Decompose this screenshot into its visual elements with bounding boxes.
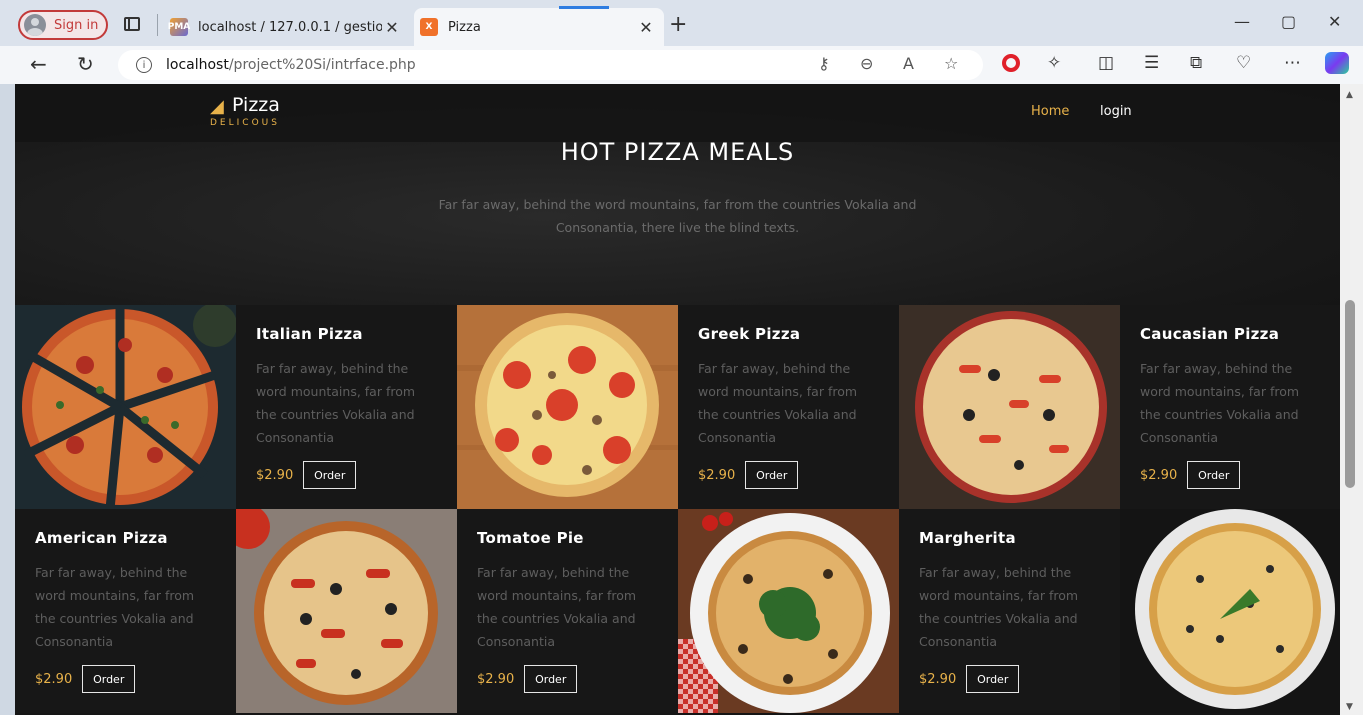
menu-item-margherita: Margherita Far far away, behind the word… — [899, 509, 1120, 713]
tab-separator — [157, 14, 158, 36]
menu-item-title: Tomatoe Pie — [477, 529, 584, 547]
collections-icon[interactable]: ⧉ — [1190, 53, 1202, 73]
menu-item-description: Far far away, behind the word mountains,… — [35, 565, 195, 649]
zoom-out-icon[interactable]: ⊖ — [860, 54, 873, 73]
menu-item-price: $2.90 — [698, 467, 736, 483]
menu-item-american-pizza: American Pizza Far far away, behind the … — [15, 509, 236, 713]
site-navbar: ◢ Pizza DELICOUS Home login — [15, 84, 1340, 142]
profile-avatar-icon — [24, 14, 46, 36]
favorite-star-icon[interactable]: ☆ — [944, 54, 958, 73]
back-arrow-icon[interactable]: ← — [30, 52, 47, 76]
new-tab-plus-icon[interactable]: + — [669, 12, 687, 37]
read-aloud-icon[interactable]: A — [903, 54, 914, 73]
italian-pizza-image — [15, 305, 236, 509]
menu-item-price: $2.90 — [477, 671, 515, 687]
order-button[interactable]: Order — [524, 665, 578, 693]
american-pizza-image — [236, 509, 457, 713]
order-button[interactable]: Order — [745, 461, 799, 489]
tab-title: localhost / 127.0.0.1 / gestion | p — [198, 19, 382, 35]
tab-pizza[interactable]: X Pizza ✕ — [414, 6, 664, 46]
address-bar[interactable]: i localhost/project%20Si/intrface.php — [118, 50, 983, 80]
sign-in-button[interactable]: Sign in — [18, 10, 108, 40]
xampp-favicon-icon: X — [420, 18, 438, 36]
order-button[interactable]: Order — [966, 665, 1020, 693]
active-tab-indicator — [559, 6, 609, 9]
menu-item-description: Far far away, behind the word mountains,… — [256, 361, 416, 445]
menu-item-description: Far far away, behind the word mountains,… — [698, 361, 858, 445]
menu-item-price: $2.90 — [256, 467, 294, 483]
webpage-viewport: ◢ Pizza DELICOUS Home login HOT PIZZA ME… — [15, 84, 1340, 715]
favorites-list-icon[interactable]: ☰ — [1144, 53, 1159, 73]
scroll-up-arrow-icon[interactable]: ▲ — [1346, 90, 1353, 100]
tab-actions-icon[interactable] — [124, 17, 140, 31]
split-screen-icon[interactable]: ◫ — [1098, 53, 1114, 73]
url-host: localhost — [166, 57, 229, 73]
url-path: /project%20Si/intrface.php — [228, 57, 416, 73]
window-close-icon[interactable]: ✕ — [1328, 12, 1341, 31]
menu-item-italian-pizza: Italian Pizza Far far away, behind the w… — [236, 305, 457, 509]
sign-in-label: Sign in — [54, 17, 99, 33]
hero-title: HOT PIZZA MEALS — [560, 138, 795, 166]
phpmyadmin-favicon-icon: PMA — [168, 18, 190, 36]
site-info-icon[interactable]: i — [136, 57, 152, 73]
nav-home-link[interactable]: Home — [1031, 104, 1069, 119]
order-button[interactable]: Order — [1187, 461, 1241, 489]
tomatoe-pie-image — [678, 509, 899, 713]
menu-item-title: American Pizza — [35, 529, 168, 547]
pizza-slice-icon: ◢ — [210, 96, 224, 117]
order-button[interactable]: Order — [303, 461, 357, 489]
scroll-down-arrow-icon[interactable]: ▼ — [1346, 702, 1353, 712]
tab-phpmyadmin[interactable]: PMA localhost / 127.0.0.1 / gestion | p … — [164, 8, 410, 46]
refresh-icon[interactable]: ↻ — [77, 52, 94, 76]
more-menu-icon[interactable]: ⋯ — [1284, 53, 1301, 73]
menu-item-title: Italian Pizza — [256, 325, 363, 343]
tab-title: Pizza — [448, 19, 481, 35]
menu-item-title: Margherita — [919, 529, 1016, 547]
greek-pizza-image — [457, 305, 678, 509]
caucasian-pizza-image — [899, 305, 1120, 509]
scrollbar-thumb[interactable] — [1345, 300, 1355, 488]
menu-item-title: Caucasian Pizza — [1140, 325, 1280, 343]
menu-item-description: Far far away, behind the word mountains,… — [1140, 361, 1300, 445]
opera-extension-icon[interactable] — [1002, 54, 1020, 72]
logo-name: Pizza — [232, 94, 280, 116]
close-icon[interactable]: ✕ — [382, 18, 402, 37]
nav-login-link[interactable]: login — [1100, 104, 1132, 119]
menu-item-greek-pizza: Greek Pizza Far far away, behind the wor… — [678, 305, 899, 509]
key-icon[interactable]: ⚷ — [818, 54, 830, 73]
margherita-pizza-image — [1120, 509, 1340, 713]
browser-essentials-icon[interactable]: ♡ — [1236, 53, 1251, 73]
menu-item-description: Far far away, behind the word mountains,… — [477, 565, 637, 649]
maximize-icon[interactable]: ▢ — [1281, 12, 1296, 31]
extensions-puzzle-icon[interactable]: ✧ — [1047, 53, 1061, 73]
menu-item-tomatoe-pie: Tomatoe Pie Far far away, behind the wor… — [457, 509, 678, 713]
menu-item-description: Far far away, behind the word mountains,… — [919, 565, 1079, 649]
menu-grid: Italian Pizza Far far away, behind the w… — [15, 305, 1340, 715]
hero-description: Far far away, behind the word mountains,… — [438, 197, 917, 235]
menu-item-price: $2.90 — [1140, 467, 1178, 483]
logo-subtitle: DELICOUS — [210, 118, 280, 128]
menu-item-title: Greek Pizza — [698, 325, 801, 343]
close-icon[interactable]: ✕ — [636, 18, 656, 37]
order-button[interactable]: Order — [82, 665, 136, 693]
minimize-icon[interactable]: — — [1234, 12, 1250, 31]
menu-item-price: $2.90 — [35, 671, 73, 687]
menu-item-caucasian-pizza: Caucasian Pizza Far far away, behind the… — [1120, 305, 1340, 509]
copilot-icon[interactable] — [1325, 52, 1349, 74]
menu-item-price: $2.90 — [919, 671, 957, 687]
